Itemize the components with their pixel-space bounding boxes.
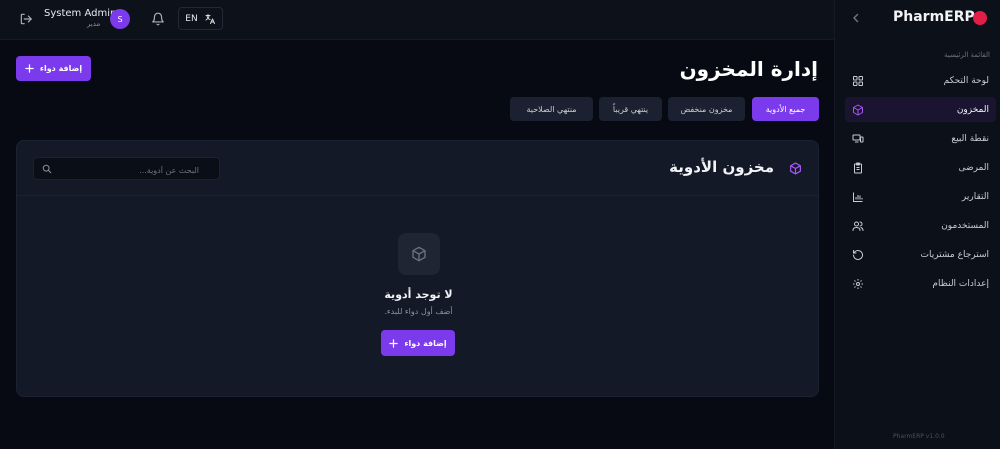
top-bar: System Admin مدير S EN xyxy=(0,0,834,40)
user-role: مدير xyxy=(87,20,101,28)
sidebar: PharmERP القائمة الرئيسية لوحة التحكم ال… xyxy=(834,0,1000,449)
box-icon xyxy=(412,246,426,262)
sidebar-item-dashboard[interactable]: لوحة التحكم xyxy=(845,68,996,93)
box-icon xyxy=(853,104,863,115)
undo-icon xyxy=(853,249,863,260)
empty-state-subtitle: أضف أول دواء للبدء. xyxy=(384,307,453,316)
chevron-left-icon[interactable] xyxy=(851,12,861,24)
sidebar-item-label: المخزون xyxy=(956,104,989,115)
sidebar-item-purchase-returns[interactable]: استرجاع مشتريات xyxy=(845,242,996,267)
sidebar-item-system-settings[interactable]: إعدادات النظام xyxy=(845,271,996,296)
tab-low-stock[interactable]: مخزون منخفض xyxy=(668,97,745,121)
sidebar-item-pos[interactable]: نقطة البيع xyxy=(845,126,996,151)
pos-terminal-icon xyxy=(852,134,864,142)
empty-state-title: لا توجد أدوية xyxy=(384,288,453,301)
add-medicine-button[interactable]: إضافة دواء xyxy=(16,56,91,81)
app-version: PharmERP v1.0.0 xyxy=(893,433,945,440)
sidebar-section-title: القائمة الرئيسية xyxy=(944,51,990,59)
card-title: مخزون الأدوية xyxy=(669,158,774,176)
card-divider xyxy=(17,195,818,196)
add-medicine-label: إضافة دواء xyxy=(39,64,83,73)
dashboard-grid-icon xyxy=(853,75,863,86)
empty-add-medicine-label: إضافة دواء xyxy=(404,338,447,348)
bar-chart-icon xyxy=(853,192,863,202)
tab-expired[interactable]: منتهي الصلاحية xyxy=(510,97,593,121)
sidebar-item-label: المستخدمون xyxy=(941,220,989,231)
sidebar-item-inventory[interactable]: المخزون xyxy=(845,97,996,122)
sidebar-item-label: لوحة التحكم xyxy=(943,75,989,86)
bell-icon[interactable] xyxy=(151,12,165,26)
plus-icon xyxy=(389,338,399,348)
users-icon xyxy=(852,221,864,231)
empty-add-medicine-button[interactable]: إضافة دواء xyxy=(381,330,455,356)
sidebar-item-users[interactable]: المستخدمون xyxy=(845,213,996,238)
plus-icon xyxy=(25,64,34,73)
tab-expiring-soon[interactable]: ينتهي قريباً xyxy=(599,97,662,121)
empty-state-icon-box xyxy=(398,233,440,275)
user-name: System Admin xyxy=(44,8,117,19)
brand-logo-dot xyxy=(973,11,987,25)
sidebar-item-label: نقطة البيع xyxy=(951,133,989,144)
language-button[interactable]: EN xyxy=(178,7,223,30)
sidebar-item-label: المرضى xyxy=(958,162,989,173)
search-input[interactable] xyxy=(34,160,219,181)
medicine-inventory-card: مخزون الأدوية لا توجد أدوية أضف أول دواء… xyxy=(16,140,819,397)
tab-all-medicines[interactable]: جميع الأدوية xyxy=(752,97,819,121)
translate-icon xyxy=(205,13,215,24)
brand-name: PharmERP xyxy=(893,9,975,25)
sidebar-item-patients[interactable]: المرضى xyxy=(845,155,996,180)
sidebar-item-label: إعدادات النظام xyxy=(932,278,989,289)
gear-icon xyxy=(853,278,863,289)
sidebar-nav: لوحة التحكم المخزون نقطة البيع المرضى ال… xyxy=(845,68,996,300)
sidebar-item-reports[interactable]: التقارير xyxy=(845,184,996,209)
language-label: EN xyxy=(185,13,198,24)
search-box xyxy=(33,157,220,181)
page-title: إدارة المخزون xyxy=(679,57,818,81)
avatar[interactable]: S xyxy=(110,9,130,29)
logout-icon[interactable] xyxy=(19,12,33,26)
box-icon xyxy=(790,162,801,175)
sidebar-item-label: التقارير xyxy=(961,191,989,202)
clipboard-icon xyxy=(854,162,862,173)
sidebar-item-label: استرجاع مشتريات xyxy=(920,249,989,260)
search-icon xyxy=(42,164,52,174)
